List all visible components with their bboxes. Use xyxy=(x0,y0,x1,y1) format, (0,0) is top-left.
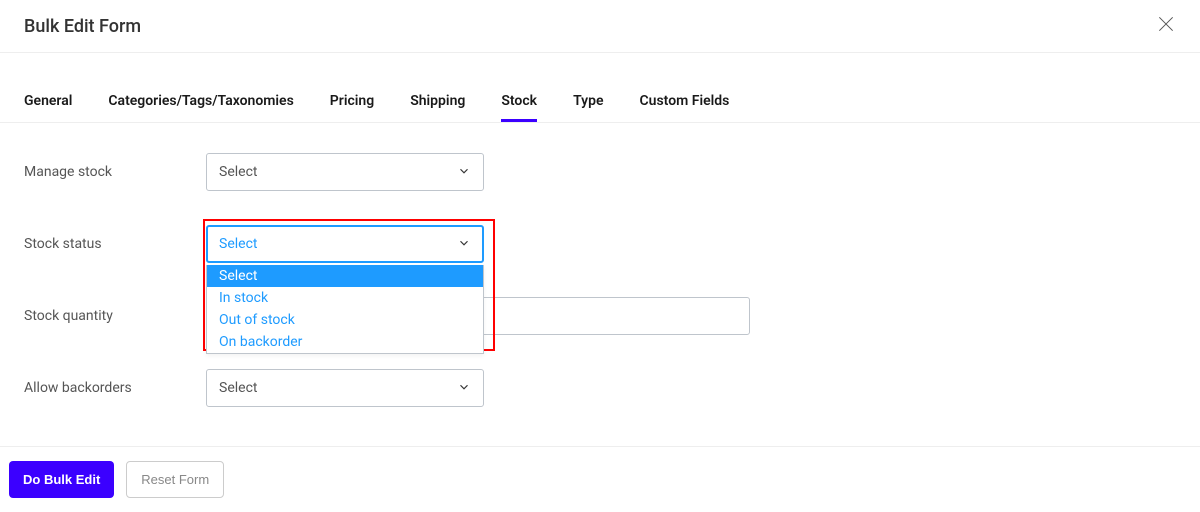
select-allow-backorders-value: Select xyxy=(219,380,457,396)
dropdown-option-in-stock[interactable]: In stock xyxy=(207,287,483,309)
dropdown-option-select[interactable]: Select xyxy=(207,265,483,287)
chevron-down-icon xyxy=(457,235,471,254)
page-title: Bulk Edit Form xyxy=(24,16,141,37)
row-manage-stock: Manage stock Select xyxy=(24,153,1176,191)
select-manage-stock-value: Select xyxy=(219,164,457,180)
select-allow-backorders[interactable]: Select xyxy=(206,369,484,407)
reset-form-button[interactable]: Reset Form xyxy=(126,461,224,498)
tab-type[interactable]: Type xyxy=(573,83,603,122)
row-stock-quantity: Stock quantity xyxy=(24,297,1176,335)
tab-custom-fields[interactable]: Custom Fields xyxy=(640,83,730,122)
label-allow-backorders: Allow backorders xyxy=(24,380,206,396)
dropdown-option-on-backorder[interactable]: On backorder xyxy=(207,331,483,353)
modal-footer: Do Bulk Edit Reset Form xyxy=(0,446,1200,512)
tab-shipping[interactable]: Shipping xyxy=(410,83,465,122)
tabs-bar: General Categories/Tags/Taxonomies Prici… xyxy=(0,83,1200,123)
tab-stock[interactable]: Stock xyxy=(501,83,537,122)
modal-header: Bulk Edit Form xyxy=(0,0,1200,53)
row-stock-status: Stock status Select Select In stock Out … xyxy=(24,225,1176,263)
tab-categories[interactable]: Categories/Tags/Taxonomies xyxy=(108,83,293,122)
close-icon[interactable] xyxy=(1156,14,1176,38)
label-stock-status: Stock status xyxy=(24,236,206,252)
select-stock-status[interactable]: Select xyxy=(206,225,484,263)
label-stock-quantity: Stock quantity xyxy=(24,308,206,324)
tab-pricing[interactable]: Pricing xyxy=(330,83,374,122)
dropdown-option-out-of-stock[interactable]: Out of stock xyxy=(207,309,483,331)
chevron-down-icon xyxy=(457,379,471,398)
label-manage-stock: Manage stock xyxy=(24,164,206,180)
do-bulk-edit-button[interactable]: Do Bulk Edit xyxy=(9,461,114,498)
row-allow-backorders: Allow backorders Select xyxy=(24,369,1176,407)
form-body: Manage stock Select Stock status Select … xyxy=(0,123,1200,407)
chevron-down-icon xyxy=(457,163,471,182)
select-manage-stock[interactable]: Select xyxy=(206,153,484,191)
tab-general[interactable]: General xyxy=(24,83,72,122)
dropdown-stock-status: Select In stock Out of stock On backorde… xyxy=(206,265,484,354)
select-stock-status-value: Select xyxy=(219,236,457,252)
